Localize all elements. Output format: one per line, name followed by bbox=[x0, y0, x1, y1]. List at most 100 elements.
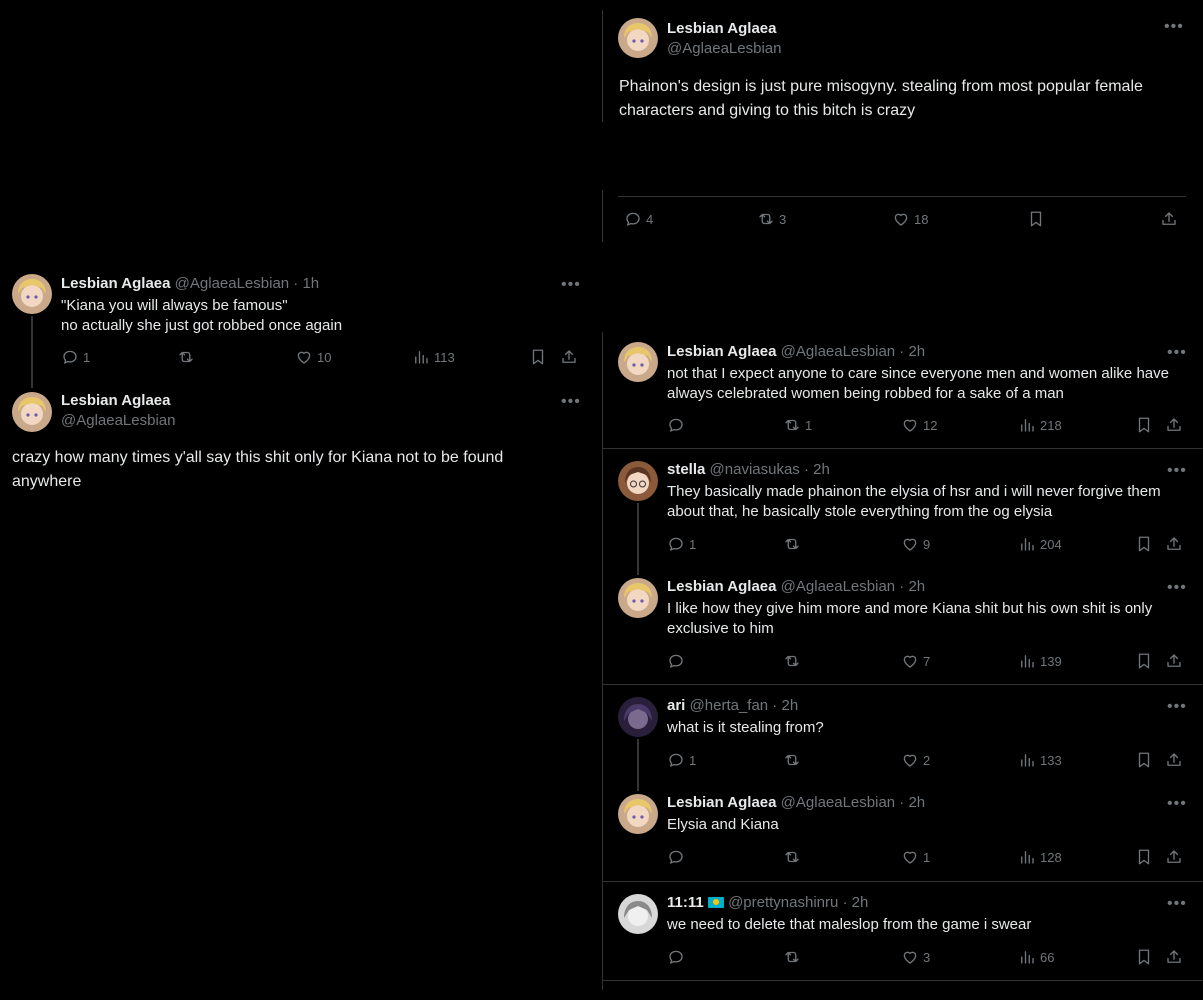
repost-button[interactable] bbox=[783, 535, 805, 553]
share-upload-icon bbox=[1165, 751, 1183, 769]
like-button[interactable]: 9 bbox=[901, 535, 930, 553]
author-handle-time[interactable]: @AglaeaLesbian · 2h bbox=[781, 343, 926, 360]
repost-button[interactable] bbox=[783, 652, 805, 670]
post-text: Phainon's design is just pure misogyny. … bbox=[619, 78, 1143, 119]
reply-header: Lesbian Aglaea @AglaeaLesbian · 2h bbox=[667, 577, 925, 597]
reply-button[interactable] bbox=[667, 848, 689, 866]
more-dots-icon[interactable]: ••• bbox=[1167, 580, 1187, 596]
author-name[interactable]: ari bbox=[667, 697, 685, 714]
reply-button[interactable] bbox=[667, 416, 689, 434]
author-name[interactable]: Lesbian Aglaea bbox=[667, 794, 776, 811]
more-dots-icon[interactable]: ••• bbox=[561, 394, 581, 410]
views-button[interactable]: 133 bbox=[1018, 751, 1062, 769]
views-button[interactable]: 113 bbox=[412, 348, 455, 366]
bookmark-button[interactable] bbox=[1135, 416, 1153, 434]
reply-button[interactable]: 4 bbox=[624, 210, 653, 228]
more-dots-icon[interactable]: ••• bbox=[1167, 796, 1187, 812]
reply-button[interactable]: 1 bbox=[667, 535, 696, 553]
like-button[interactable]: 7 bbox=[901, 652, 930, 670]
reply-button[interactable] bbox=[667, 948, 689, 966]
author-name[interactable]: Lesbian Aglaea bbox=[667, 343, 776, 360]
like-button[interactable]: 10 bbox=[295, 348, 331, 366]
bookmark-button[interactable] bbox=[529, 348, 547, 366]
views-button[interactable]: 204 bbox=[1018, 535, 1062, 553]
views-count: 128 bbox=[1040, 849, 1062, 865]
bookmark-button[interactable] bbox=[1135, 948, 1153, 966]
more-dots-icon[interactable]: ••• bbox=[1167, 896, 1187, 912]
author-name[interactable]: stella bbox=[667, 461, 705, 478]
share-button[interactable] bbox=[1160, 210, 1178, 228]
repost-arrows-icon bbox=[783, 652, 801, 670]
repost-button[interactable] bbox=[783, 751, 805, 769]
avatar[interactable] bbox=[12, 274, 52, 314]
views-count: 133 bbox=[1040, 752, 1062, 768]
repost-button[interactable] bbox=[783, 948, 805, 966]
author-name[interactable]: Lesbian Aglaea bbox=[61, 275, 170, 292]
more-dots-icon[interactable]: ••• bbox=[1167, 463, 1187, 479]
reply-button[interactable]: 1 bbox=[667, 751, 696, 769]
views-button[interactable]: 218 bbox=[1018, 416, 1062, 434]
reply-button[interactable]: 1 bbox=[61, 348, 90, 366]
share-button[interactable] bbox=[1165, 416, 1183, 434]
bookmark-button[interactable] bbox=[1135, 535, 1153, 553]
like-button[interactable]: 3 bbox=[901, 948, 930, 966]
share-button[interactable] bbox=[1165, 652, 1183, 670]
avatar[interactable] bbox=[12, 392, 52, 432]
share-button[interactable] bbox=[560, 348, 578, 366]
more-dots-icon[interactable]: ••• bbox=[1167, 699, 1187, 715]
bookmark-icon bbox=[1027, 210, 1045, 228]
share-button[interactable] bbox=[1165, 535, 1183, 553]
author-handle-time[interactable]: @AglaeaLesbian · 2h bbox=[781, 794, 926, 811]
more-dots-icon[interactable]: ••• bbox=[1167, 345, 1187, 361]
avatar[interactable] bbox=[618, 697, 658, 737]
repost-button[interactable]: 1 bbox=[783, 416, 812, 434]
bookmark-icon bbox=[529, 348, 547, 366]
reply-bubble-icon bbox=[667, 416, 685, 434]
avatar[interactable] bbox=[618, 794, 658, 834]
like-button[interactable]: 1 bbox=[901, 848, 930, 866]
author-name[interactable]: Lesbian Aglaea bbox=[667, 19, 776, 39]
author-handle-time[interactable]: @prettynashinru · 2h bbox=[728, 894, 868, 911]
bookmark-button[interactable] bbox=[1135, 848, 1153, 866]
bookmark-button[interactable] bbox=[1135, 751, 1153, 769]
action-bar: 1 2 133 bbox=[602, 751, 1203, 773]
views-count: 139 bbox=[1040, 653, 1062, 669]
reply-bubble-icon bbox=[667, 535, 685, 553]
avatar[interactable] bbox=[618, 578, 658, 618]
author-handle-time[interactable]: @AglaeaLesbian · 2h bbox=[781, 578, 926, 595]
like-button[interactable]: 18 bbox=[892, 210, 928, 228]
reply-button[interactable] bbox=[667, 652, 689, 670]
author-handle-time[interactable]: @naviasukas · 2h bbox=[710, 461, 830, 478]
author-name[interactable]: Lesbian Aglaea bbox=[667, 578, 776, 595]
views-button[interactable]: 139 bbox=[1018, 652, 1062, 670]
share-button[interactable] bbox=[1165, 948, 1183, 966]
author-handle[interactable]: @AglaeaLesbian bbox=[667, 39, 781, 59]
heart-icon bbox=[901, 848, 919, 866]
heart-icon bbox=[901, 535, 919, 553]
repost-button[interactable]: 3 bbox=[757, 210, 786, 228]
bar-chart-icon bbox=[1018, 848, 1036, 866]
like-count: 10 bbox=[317, 349, 332, 365]
bookmark-button[interactable] bbox=[1135, 652, 1153, 670]
avatar[interactable] bbox=[618, 342, 658, 382]
avatar[interactable] bbox=[618, 894, 658, 934]
share-button[interactable] bbox=[1165, 751, 1183, 769]
more-dots-icon[interactable]: ••• bbox=[1164, 19, 1184, 35]
more-dots-icon[interactable]: ••• bbox=[561, 277, 581, 293]
repost-button[interactable] bbox=[783, 848, 805, 866]
avatar[interactable] bbox=[618, 18, 658, 58]
avatar[interactable] bbox=[618, 461, 658, 501]
author-handle[interactable]: @AglaeaLesbian bbox=[61, 411, 175, 431]
views-button[interactable]: 128 bbox=[1018, 848, 1062, 866]
share-button[interactable] bbox=[1165, 848, 1183, 866]
views-button[interactable]: 66 bbox=[1018, 948, 1054, 966]
author-handle-time[interactable]: @herta_fan · 2h bbox=[690, 697, 799, 714]
repost-button[interactable] bbox=[177, 348, 199, 366]
bookmark-button[interactable] bbox=[1027, 210, 1045, 228]
author-name[interactable]: 11:11 bbox=[667, 894, 704, 911]
reply-header: 11:11 @prettynashinru · 2h bbox=[667, 893, 868, 913]
author-handle-time[interactable]: @AglaeaLesbian · 1h bbox=[175, 275, 320, 292]
like-button[interactable]: 2 bbox=[901, 751, 930, 769]
author-name[interactable]: Lesbian Aglaea bbox=[61, 391, 170, 411]
like-button[interactable]: 12 bbox=[901, 416, 937, 434]
